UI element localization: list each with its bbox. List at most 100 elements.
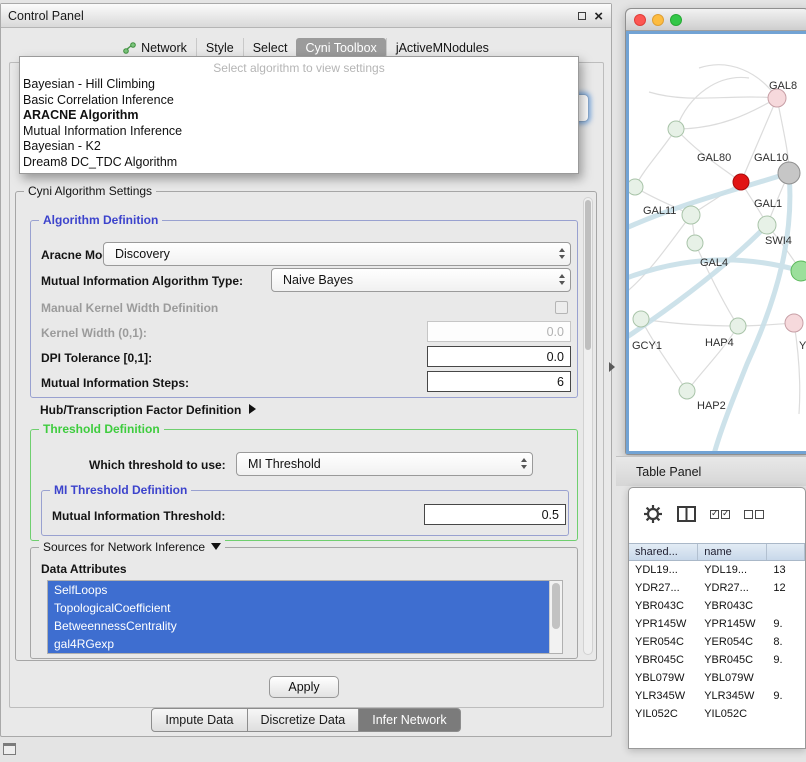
select-all-columns-icon[interactable] bbox=[710, 510, 730, 519]
mi-steps-label: Mutual Information Steps: bbox=[41, 376, 189, 390]
node-label: SWI4 bbox=[765, 235, 792, 247]
dpi-tolerance-field[interactable] bbox=[427, 346, 571, 367]
window-title: Control Panel bbox=[8, 4, 84, 28]
mi-type-combo[interactable]: Naive Bayes bbox=[271, 268, 571, 292]
manual-kernel-label: Manual Kernel Width Definition bbox=[41, 301, 218, 315]
table-row[interactable]: YDR27...YDR27...12 bbox=[629, 579, 805, 597]
sources-group-title[interactable]: Sources for Network Inference bbox=[39, 540, 225, 554]
column-header[interactable]: shared... bbox=[629, 544, 698, 560]
network-node[interactable] bbox=[687, 235, 703, 251]
table-row[interactable]: YDL19...YDL19...13 bbox=[629, 561, 805, 579]
attribute-item[interactable]: gal4RGexp bbox=[48, 635, 549, 653]
table-row[interactable]: YIL052CYIL052C bbox=[629, 705, 805, 723]
network-view-window: GAL8 GAL80 GAL10 GAL11 GAL1 SWI4 GAL4 GC… bbox=[625, 8, 806, 455]
dropdown-item[interactable]: Basic Correlation Inference bbox=[20, 93, 578, 109]
table-row[interactable]: YLR345WYLR345W9. bbox=[629, 687, 805, 705]
tab-impute-data[interactable]: Impute Data bbox=[151, 708, 247, 732]
float-window-icon[interactable] bbox=[578, 12, 586, 20]
table-row[interactable]: YER054CYER054C8. bbox=[629, 633, 805, 651]
network-node[interactable] bbox=[785, 314, 803, 332]
algorithm-definition-group: Algorithm Definition Aracne Mode: Discov… bbox=[30, 220, 578, 398]
unselect-all-columns-icon[interactable] bbox=[744, 510, 764, 519]
column-header[interactable] bbox=[767, 544, 805, 560]
aracne-mode-combo[interactable]: Discovery bbox=[103, 242, 571, 266]
network-node[interactable] bbox=[778, 162, 800, 184]
mi-threshold-field[interactable] bbox=[424, 504, 566, 525]
network-window-titlebar[interactable] bbox=[626, 9, 806, 31]
which-threshold-label: Which threshold to use: bbox=[89, 458, 226, 472]
tab-style[interactable]: Style bbox=[196, 38, 243, 58]
tab-network[interactable]: Network bbox=[114, 38, 196, 58]
dropdown-item[interactable]: Bayesian - K2 bbox=[20, 139, 578, 155]
table-row[interactable]: YBL079WYBL079W bbox=[629, 669, 805, 687]
network-node[interactable] bbox=[668, 121, 684, 137]
network-node[interactable] bbox=[730, 318, 746, 334]
zoom-window-icon[interactable] bbox=[670, 14, 682, 26]
combo-stepper-icon bbox=[559, 248, 565, 259]
close-window-icon[interactable] bbox=[634, 14, 646, 26]
table-panel-window: shared... name YDL19...YDL19...13 YDR27.… bbox=[628, 487, 806, 749]
mi-type-label: Mutual Information Algorithm Type: bbox=[41, 274, 243, 288]
network-node[interactable] bbox=[633, 311, 649, 327]
attribute-item[interactable]: BetweennessCentrality bbox=[48, 617, 549, 635]
dropdown-item[interactable]: Dream8 DC_TDC Algorithm bbox=[20, 155, 578, 171]
node-label: HAP2 bbox=[697, 400, 726, 412]
network-canvas[interactable]: GAL8 GAL80 GAL10 GAL11 GAL1 SWI4 GAL4 GC… bbox=[626, 31, 806, 454]
node-label: GCY1 bbox=[632, 340, 662, 352]
expand-right-icon bbox=[249, 404, 256, 414]
attribute-item[interactable]: SelfLoops bbox=[48, 581, 549, 599]
tab-select[interactable]: Select bbox=[243, 38, 297, 58]
threshold-definition-group: Threshold Definition Which threshold to … bbox=[30, 429, 578, 541]
dropdown-item[interactable]: Bayesian - Hill Climbing bbox=[20, 77, 578, 93]
table-header-row: shared... name bbox=[629, 543, 805, 561]
attributes-scrollbar[interactable] bbox=[549, 581, 562, 653]
table-toolbar bbox=[629, 496, 805, 532]
network-node[interactable] bbox=[791, 261, 806, 281]
mi-threshold-label: Mutual Information Threshold: bbox=[52, 509, 225, 523]
hub-section-toggle[interactable]: Hub/Transcription Factor Definition bbox=[40, 403, 256, 417]
table-row[interactable]: YPR145WYPR145W9. bbox=[629, 615, 805, 633]
kernel-width-field[interactable] bbox=[427, 321, 571, 342]
control-panel-window: Control Panel × Network Style Select Cyn… bbox=[0, 3, 612, 737]
node-label: Y bbox=[799, 340, 806, 352]
network-node[interactable] bbox=[679, 383, 695, 399]
node-label: GAL8 bbox=[769, 80, 797, 92]
control-panel-titlebar: Control Panel × bbox=[1, 4, 611, 28]
panel-splitter-handle[interactable] bbox=[609, 362, 615, 372]
tab-cyni-toolbox[interactable]: Cyni Toolbox bbox=[296, 38, 385, 58]
gear-icon[interactable] bbox=[643, 504, 663, 524]
dropdown-item-selected[interactable]: ARACNE Algorithm bbox=[20, 108, 578, 124]
tab-discretize-data[interactable]: Discretize Data bbox=[247, 708, 360, 732]
manual-kernel-checkbox[interactable] bbox=[555, 301, 568, 314]
show-columns-icon[interactable] bbox=[677, 506, 696, 522]
network-node-selected[interactable] bbox=[733, 174, 749, 190]
dropdown-placeholder: Select algorithm to view settings bbox=[20, 59, 578, 77]
apply-button[interactable]: Apply bbox=[269, 676, 339, 698]
column-header[interactable]: name bbox=[698, 544, 767, 560]
minimize-window-icon[interactable] bbox=[652, 14, 664, 26]
algorithm-definition-title: Algorithm Definition bbox=[39, 213, 162, 227]
which-threshold-combo[interactable]: MI Threshold bbox=[236, 452, 533, 476]
node-label: GAL4 bbox=[700, 257, 728, 269]
attribute-item[interactable]: TopologicalCoefficient bbox=[48, 599, 549, 617]
network-node[interactable] bbox=[629, 179, 643, 195]
node-label: HAP4 bbox=[705, 337, 734, 349]
table-panel-title: Table Panel bbox=[636, 457, 701, 487]
threshold-definition-title: Threshold Definition bbox=[39, 422, 164, 436]
tab-jactivemnodules[interactable]: jActiveMNodules bbox=[386, 38, 498, 58]
dropdown-item[interactable]: Mutual Information Inference bbox=[20, 124, 578, 140]
table-body: YDL19...YDL19...13 YDR27...YDR27...12 YB… bbox=[629, 561, 805, 723]
mi-steps-field[interactable] bbox=[427, 371, 571, 392]
network-node[interactable] bbox=[682, 206, 700, 224]
settings-scrollbar-thumb[interactable] bbox=[585, 200, 591, 350]
settings-scrollbar[interactable] bbox=[583, 197, 593, 655]
sources-group: Sources for Network Inference Data Attri… bbox=[30, 547, 578, 659]
network-node[interactable] bbox=[758, 216, 776, 234]
close-icon[interactable]: × bbox=[594, 9, 603, 24]
bottom-tab-bar: Impute Data Discretize Data Infer Networ… bbox=[1, 708, 611, 732]
table-row[interactable]: YBR043CYBR043C bbox=[629, 597, 805, 615]
tab-infer-network[interactable]: Infer Network bbox=[358, 708, 460, 732]
cyni-algorithm-settings-group: Cyni Algorithm Settings Algorithm Defini… bbox=[15, 191, 597, 661]
table-row[interactable]: YBR045CYBR045C9. bbox=[629, 651, 805, 669]
restore-panel-icon[interactable] bbox=[3, 743, 16, 755]
